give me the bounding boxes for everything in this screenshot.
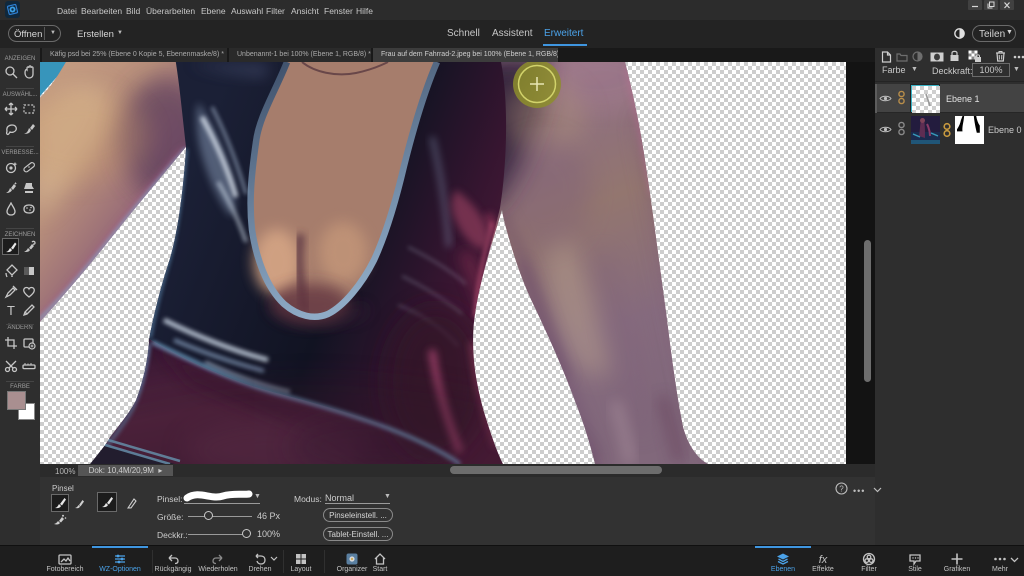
svg-text:?: ? — [839, 485, 844, 494]
svg-text:fx: fx — [819, 554, 828, 566]
svg-text:T: T — [7, 303, 15, 317]
